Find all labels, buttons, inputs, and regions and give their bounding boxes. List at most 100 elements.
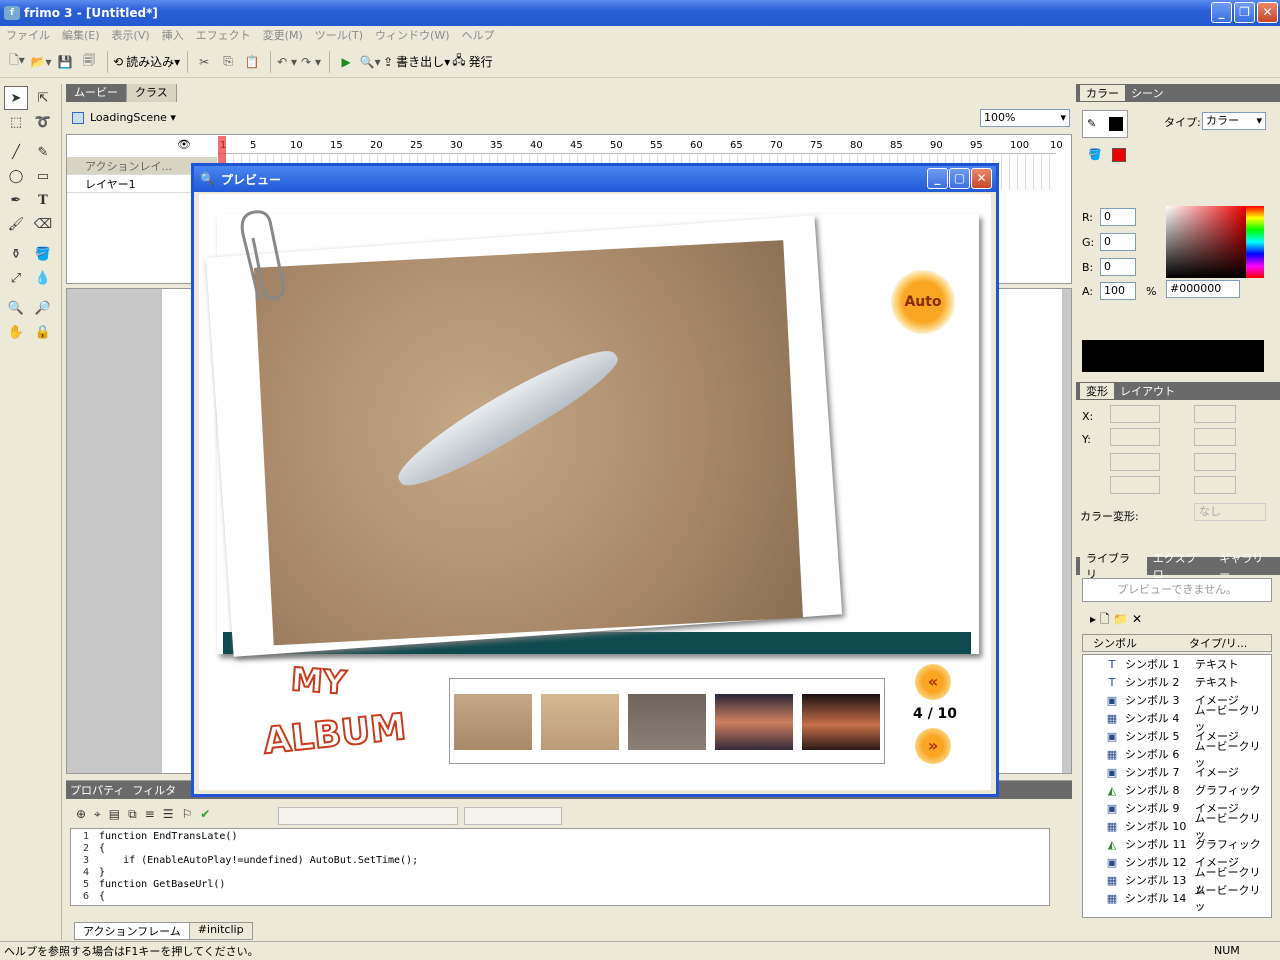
code-line-text[interactable]: } — [99, 867, 105, 879]
tab-initclip[interactable]: #initclip — [189, 922, 253, 940]
rotation-input[interactable] — [1194, 405, 1236, 423]
eyedropper-icon[interactable]: 💧 — [31, 266, 55, 290]
restore-button[interactable]: ❐ — [1234, 2, 1255, 23]
redo-icon[interactable]: ↷ ▾ — [300, 50, 322, 74]
menu-effect[interactable]: エフェクト — [196, 27, 251, 43]
library-item[interactable]: ▦ シンボル 14 ムービークリッ — [1083, 884, 1271, 913]
play-icon[interactable]: ▶ — [335, 50, 357, 74]
tab-transform[interactable]: 変形 — [1080, 383, 1114, 399]
close-button[interactable]: ✕ — [1257, 2, 1278, 23]
menu-window[interactable]: ウィンドウ(W) — [375, 27, 449, 43]
fill-color-chip[interactable] — [1112, 148, 1126, 162]
code-line-text[interactable]: function EndTransLate() — [99, 831, 237, 843]
zoom-out-icon[interactable]: 🔎 — [31, 296, 55, 320]
open-folder-icon[interactable]: 📂▾ — [30, 50, 52, 74]
code-line-text[interactable]: { — [99, 843, 105, 855]
free-transform-icon[interactable]: ⬚ — [4, 110, 28, 134]
menu-view[interactable]: 表示(V) — [112, 27, 150, 43]
action-dropdown-1[interactable] — [278, 807, 458, 825]
cut-icon[interactable]: ✂ — [193, 50, 215, 74]
action-dropdown-2[interactable] — [464, 807, 562, 825]
color-picker-area[interactable] — [1166, 206, 1246, 278]
line-icon[interactable]: ╱ — [4, 140, 28, 164]
thumbnail[interactable] — [541, 694, 619, 750]
thumbnail[interactable] — [802, 694, 880, 750]
preview-minimize-button[interactable]: _ — [927, 168, 948, 189]
lock-icon[interactable]: 🔒 — [31, 320, 55, 344]
new-file-icon[interactable]: 🗋▾ — [6, 50, 28, 74]
auto-play-button[interactable]: Auto — [891, 270, 955, 334]
y-input[interactable] — [1110, 428, 1160, 446]
save-all-icon[interactable]: 🗐 — [78, 50, 100, 74]
ink-bottle-icon[interactable]: ⚱ — [4, 242, 28, 266]
scale-x-input[interactable] — [1194, 453, 1236, 471]
hand-icon[interactable]: ✋ — [4, 320, 28, 344]
preview-close-button[interactable]: ✕ — [971, 168, 992, 189]
code-line-text[interactable]: { — [99, 891, 105, 903]
menu-file[interactable]: ファイル — [6, 27, 50, 43]
skew-input[interactable] — [1194, 428, 1236, 446]
thumbnail[interactable] — [715, 694, 793, 750]
library-item[interactable]: ◭ シンボル 8 グラフィック — [1083, 781, 1271, 799]
col-symbol[interactable]: シンボル — [1083, 635, 1189, 651]
frame-ruler[interactable]: 1510152025303540455055606570758085909510… — [218, 138, 1063, 154]
eraser-icon[interactable]: ⌫ — [31, 212, 55, 236]
gradient-transform-icon[interactable]: ⤢ — [4, 266, 28, 290]
tab-properties[interactable]: プロパティ — [70, 782, 124, 798]
library-item[interactable]: ◭ シンボル 11 グラフィック — [1083, 835, 1271, 853]
tab-filter[interactable]: フィルタ — [132, 782, 176, 798]
pencil-icon[interactable]: ✎ — [31, 140, 55, 164]
next-page-button[interactable]: » — [915, 728, 951, 764]
preview-zoom-icon[interactable]: 🔍▾ — [359, 50, 381, 74]
tab-color[interactable]: カラー — [1080, 85, 1125, 101]
paint-bucket-icon[interactable]: 🪣 — [31, 242, 55, 266]
brush-icon[interactable]: 🖌 — [4, 212, 28, 236]
menu-modify[interactable]: 変更(M) — [263, 27, 303, 43]
code-line-text[interactable]: function GetBaseUrl() — [99, 879, 225, 891]
text-tool-icon[interactable]: T — [31, 188, 55, 212]
prev-page-button[interactable]: « — [915, 664, 951, 700]
minimize-button[interactable]: _ — [1211, 2, 1232, 23]
library-item[interactable]: ▦ シンボル 10 ムービークリッ — [1083, 812, 1271, 841]
g-input[interactable]: 0 — [1100, 233, 1136, 251]
zoom-in-icon[interactable]: 🔍 — [4, 296, 28, 320]
tab-action-frame[interactable]: アクションフレーム — [74, 922, 190, 940]
width-input[interactable] — [1110, 453, 1160, 471]
undo-icon[interactable]: ↶ ▾ — [276, 50, 298, 74]
color-transform-select[interactable]: なし — [1194, 503, 1266, 521]
paste-icon[interactable]: 📋 — [241, 50, 263, 74]
code-editor[interactable]: 1 function EndTransLate() 2 {3 if (EnableAu… — [70, 828, 1050, 906]
hex-input[interactable]: #000000 — [1166, 280, 1240, 298]
library-item[interactable]: ▦ シンボル 4 ムービークリッ — [1083, 704, 1271, 733]
hue-slider[interactable] — [1246, 206, 1264, 278]
tab-movie[interactable]: ムービー — [66, 84, 127, 102]
zoom-select[interactable]: 100% ▾ — [980, 109, 1070, 127]
r-input[interactable]: 0 — [1100, 208, 1136, 226]
save-icon[interactable]: 💾 — [54, 50, 76, 74]
scale-y-input[interactable] — [1194, 476, 1236, 494]
menu-tools[interactable]: ツール(T) — [315, 27, 363, 43]
stroke-color-swatch[interactable]: ✎ — [1082, 110, 1128, 138]
import-button[interactable]: ⟲ 読み込み ▾ — [113, 50, 180, 74]
menu-edit[interactable]: 編集(E) — [62, 27, 100, 43]
oval-icon[interactable]: ◯ — [4, 164, 28, 188]
tab-class[interactable]: クラス — [127, 84, 177, 102]
code-line-text[interactable]: if (EnableAutoPlay!=undefined) AutoBut.S… — [99, 855, 418, 867]
col-type[interactable]: タイプ/リ... — [1189, 635, 1247, 651]
copy-icon[interactable]: ⎘ — [217, 50, 239, 74]
select-arrow-icon[interactable]: ➤ — [4, 86, 28, 110]
a-input[interactable]: 100 — [1100, 282, 1136, 300]
lasso-icon[interactable]: ➰ — [31, 110, 55, 134]
type-select[interactable]: カラー ▾ — [1202, 112, 1266, 130]
menu-help[interactable]: ヘルプ — [462, 27, 495, 43]
action-toolbar-icons[interactable]: ⊕⌖▤⧉≡☰⚐✔ — [76, 807, 218, 822]
export-button[interactable]: ⇪ 書き出し ▾ — [383, 50, 450, 74]
tab-layout[interactable]: レイアウト — [1114, 383, 1181, 399]
rectangle-icon[interactable]: ▭ — [31, 164, 55, 188]
height-input[interactable] — [1110, 476, 1160, 494]
pen-icon[interactable]: ✒ — [4, 188, 28, 212]
b-input[interactable]: 0 — [1100, 258, 1136, 276]
library-item[interactable]: ▦ シンボル 6 ムービークリッ — [1083, 740, 1271, 769]
thumbnail[interactable] — [628, 694, 706, 750]
publish-button[interactable]: 🖧 発行 — [452, 50, 492, 74]
